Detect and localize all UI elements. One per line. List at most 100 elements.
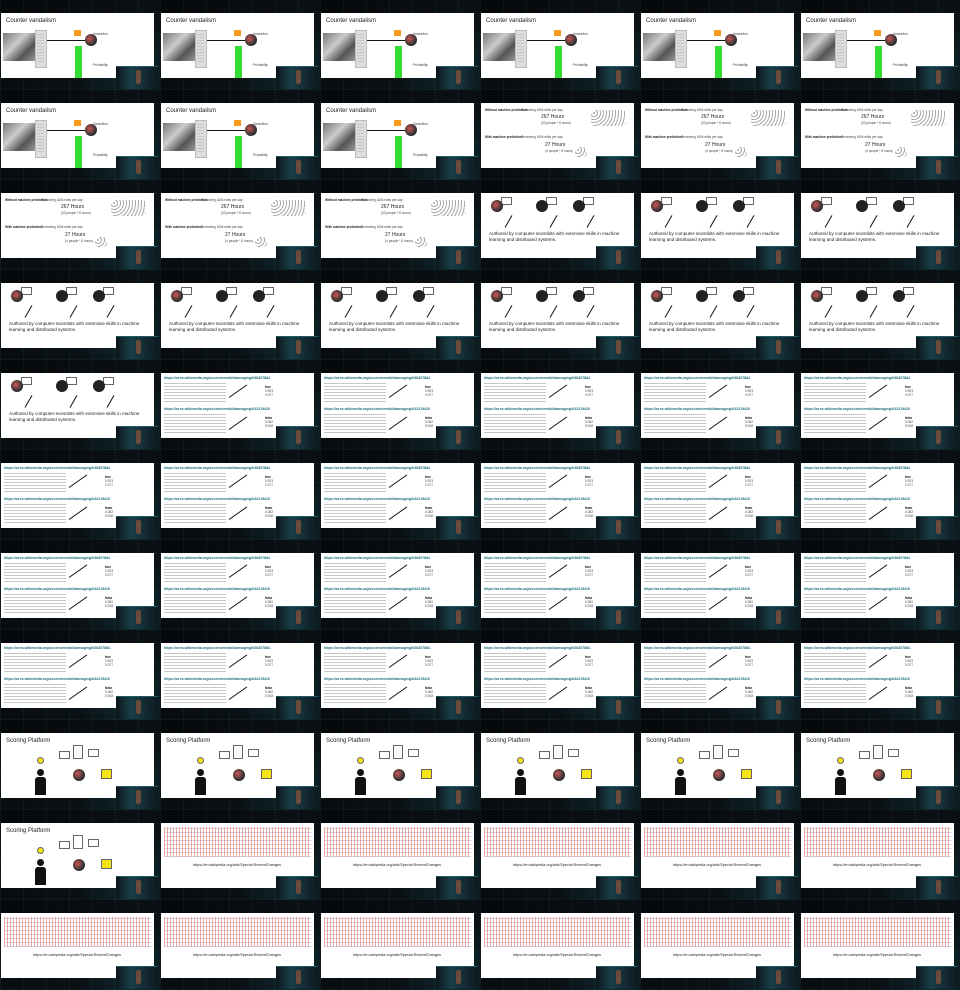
score-b: 0.077 bbox=[585, 393, 593, 397]
score-d: 0.918 bbox=[265, 604, 273, 608]
diff-text bbox=[804, 382, 866, 402]
arrow-line bbox=[228, 596, 248, 610]
ores-url-2: https://ores.wikimedia.org/scores/enwiki… bbox=[164, 407, 271, 411]
people-267: (33 people * 8 hours) bbox=[221, 211, 251, 215]
authored-text: Authored by computer-scientists with ext… bbox=[809, 231, 940, 242]
robot-icon bbox=[233, 769, 245, 781]
arrow-line bbox=[68, 564, 88, 578]
score-d: 0.918 bbox=[105, 514, 113, 518]
speaker-thumbnail bbox=[756, 156, 798, 179]
robot-icon bbox=[376, 290, 388, 302]
with-ml-label: With machine prediction: bbox=[485, 135, 524, 139]
arrow-line bbox=[868, 384, 888, 398]
ores-url-2: https://ores.wikimedia.org/scores/enwiki… bbox=[484, 497, 591, 501]
text-lines bbox=[357, 122, 364, 152]
video-frame: https://en.wikipedia.org/wiki/Special:Re… bbox=[160, 810, 320, 900]
ores-url-2: https://ores.wikimedia.org/scores/enwiki… bbox=[164, 497, 271, 501]
speaker-thumbnail bbox=[596, 516, 638, 539]
arrow-line bbox=[687, 40, 725, 41]
ores-url-2: https://ores.wikimedia.org/scores/enwiki… bbox=[804, 677, 911, 681]
photo-image bbox=[323, 123, 355, 151]
text-lines bbox=[197, 32, 204, 62]
arrow-line bbox=[548, 686, 568, 700]
arrow-line bbox=[868, 564, 888, 578]
label-box bbox=[59, 751, 70, 759]
diff-text bbox=[644, 503, 706, 523]
video-frame: https://ores.wikimedia.org/scores/enwiki… bbox=[480, 360, 640, 450]
recent-changes-feed bbox=[644, 827, 791, 857]
score-b: 0.077 bbox=[745, 393, 753, 397]
reviewing-label: Reviewing 160k edits per day bbox=[681, 108, 723, 112]
person-icon bbox=[677, 769, 684, 776]
robot-icon bbox=[893, 290, 905, 302]
arrow-line bbox=[388, 506, 408, 520]
speaker-thumbnail bbox=[276, 66, 318, 89]
authored-text: Authored by computer-scientists with ext… bbox=[809, 321, 940, 332]
robot-icon bbox=[856, 200, 868, 212]
ores-url-2: https://ores.wikimedia.org/scores/enwiki… bbox=[4, 677, 111, 681]
ores-url-2: https://ores.wikimedia.org/scores/enwiki… bbox=[804, 587, 911, 591]
arrow-line bbox=[367, 40, 405, 41]
ores-url-2: https://ores.wikimedia.org/scores/enwiki… bbox=[324, 587, 431, 591]
ores-url-1: https://ores.wikimedia.org/scores/enwiki… bbox=[644, 376, 751, 380]
speaker-thumbnail bbox=[916, 336, 958, 359]
video-frame: https://ores.wikimedia.org/scores/enwiki… bbox=[800, 540, 960, 630]
score-d: 0.918 bbox=[425, 424, 433, 428]
arrow-line bbox=[664, 305, 673, 318]
score-d: 0.918 bbox=[585, 604, 593, 608]
hours-27: 27 Hours bbox=[65, 232, 86, 238]
video-frame: https://en.wikipedia.org/wiki/Special:Re… bbox=[480, 900, 640, 990]
speaker-thumbnail bbox=[596, 696, 638, 719]
label-box bbox=[859, 751, 870, 759]
score-d: 0.918 bbox=[265, 694, 273, 698]
recent-changes-url: https://en.wikipedia.org/wiki/Special:Re… bbox=[673, 863, 762, 867]
authored-text: Authored by computer-scientists with ext… bbox=[489, 231, 620, 242]
video-frame: Without machine prediction: Reviewing 160… bbox=[800, 90, 960, 180]
arrow-line bbox=[847, 40, 885, 41]
diff-text bbox=[804, 472, 866, 492]
diff-text bbox=[804, 503, 866, 523]
label-box bbox=[248, 749, 259, 757]
robot-icon bbox=[93, 290, 105, 302]
ores-url-2: https://ores.wikimedia.org/scores/enwiki… bbox=[484, 587, 591, 591]
hours-27: 27 Hours bbox=[865, 142, 886, 148]
people-267: (33 people * 8 hours) bbox=[701, 121, 731, 125]
score-b: 0.077 bbox=[105, 573, 113, 577]
speaker-thumbnail bbox=[756, 786, 798, 809]
ores-url-1: https://ores.wikimedia.org/scores/enwiki… bbox=[484, 646, 591, 650]
robot-icon bbox=[651, 290, 663, 302]
ores-url-2: https://ores.wikimedia.org/scores/enwiki… bbox=[164, 677, 271, 681]
robot-icon bbox=[93, 380, 105, 392]
arrow-line bbox=[504, 215, 513, 228]
diff-text bbox=[484, 472, 546, 492]
bulb-icon bbox=[37, 847, 44, 854]
label-box bbox=[539, 751, 550, 759]
arrow-line bbox=[229, 305, 238, 318]
speaker-thumbnail bbox=[436, 336, 478, 359]
people-cloud-small bbox=[255, 237, 267, 247]
recent-changes-feed bbox=[804, 827, 951, 857]
recent-changes-url: https://en.wikipedia.org/wiki/Special:Re… bbox=[513, 953, 602, 957]
vandalism-box bbox=[874, 30, 881, 36]
speaker-thumbnail bbox=[916, 246, 958, 269]
video-frame: Authored by computer-scientists with ext… bbox=[640, 270, 800, 360]
arrow-line bbox=[548, 384, 568, 398]
arrow-line bbox=[708, 416, 728, 430]
score-b: 0.077 bbox=[265, 663, 273, 667]
probability-bar bbox=[235, 46, 242, 78]
with-ml-label: With machine prediction: bbox=[165, 225, 204, 229]
label-box bbox=[219, 751, 230, 759]
video-frame: https://en.wikipedia.org/wiki/Special:Re… bbox=[320, 810, 480, 900]
speaker-thumbnail bbox=[756, 426, 798, 449]
video-frame: https://ores.wikimedia.org/scores/enwiki… bbox=[320, 630, 480, 720]
ores-url-2: https://ores.wikimedia.org/scores/enwiki… bbox=[324, 677, 431, 681]
video-frame: https://ores.wikimedia.org/scores/enwiki… bbox=[640, 540, 800, 630]
arrow-line bbox=[708, 564, 728, 578]
score-b: 0.077 bbox=[425, 483, 433, 487]
video-frame: https://ores.wikimedia.org/scores/enwiki… bbox=[480, 540, 640, 630]
diff-text bbox=[484, 683, 546, 703]
speaker-thumbnail bbox=[756, 966, 798, 989]
ores-url-1: https://ores.wikimedia.org/scores/enwiki… bbox=[4, 646, 111, 650]
arrow-line bbox=[106, 395, 115, 408]
person-icon bbox=[837, 769, 844, 776]
